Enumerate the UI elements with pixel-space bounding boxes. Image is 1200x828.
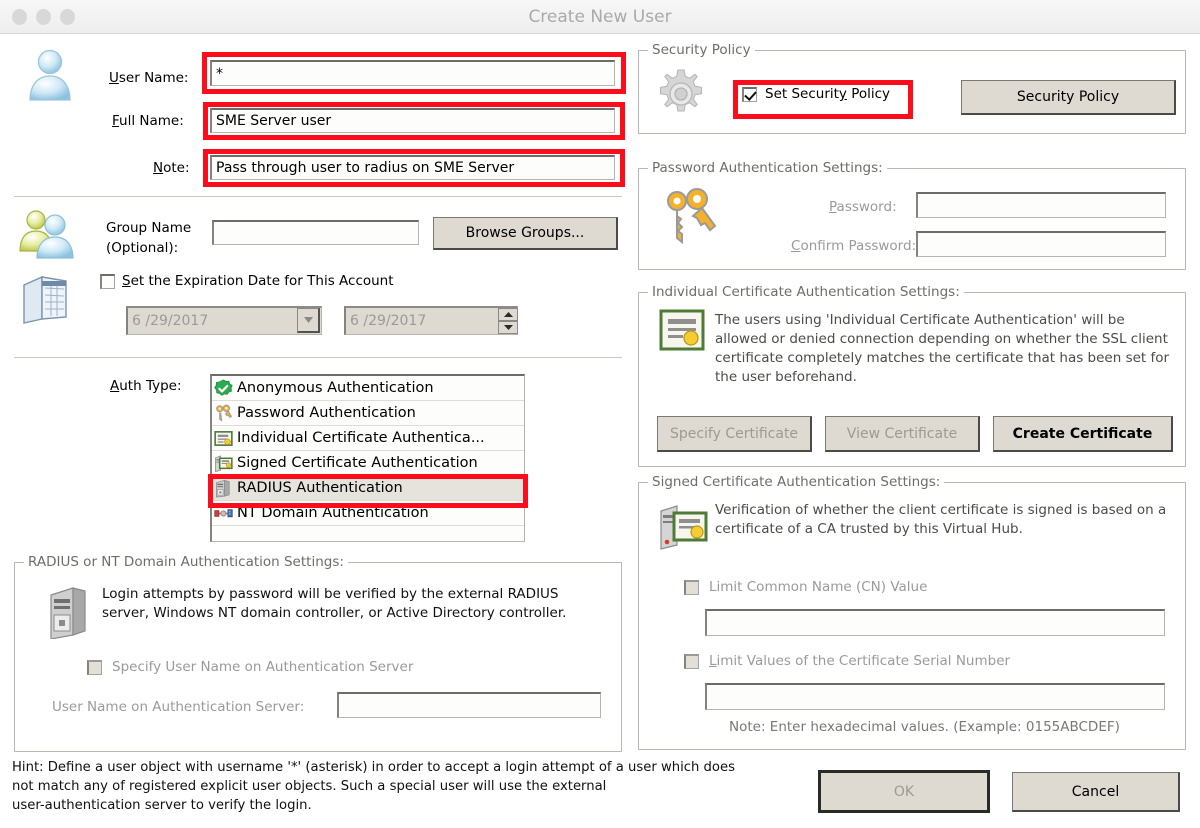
server-tower-icon xyxy=(45,585,89,643)
group-name-label-line2: (Optional): xyxy=(106,240,179,256)
security-policy-group: Security Policy Set Security Policy Secu… xyxy=(638,42,1186,134)
auth-type-item-4[interactable]: RADIUS Authentication xyxy=(212,476,524,501)
auth-type-label-5: NT Domain Authentication xyxy=(237,505,429,521)
set-expiration-checkbox[interactable] xyxy=(100,273,115,289)
auth-type-item-3[interactable]: Signed Certificate Authentication xyxy=(212,451,524,476)
limit-cn-row[interactable]: Limit Common Name (CN) Value xyxy=(684,579,927,595)
chevron-down-icon[interactable] xyxy=(297,308,320,333)
password-field[interactable] xyxy=(916,192,1166,218)
divider-1 xyxy=(14,196,622,197)
hex-note: Note: Enter hexadecimal values. (Example… xyxy=(729,719,1120,735)
radius-settings-group: RADIUS or NT Domain Authentication Setti… xyxy=(14,554,622,752)
ok-button[interactable]: OK xyxy=(818,770,990,813)
signed-certificate-icon xyxy=(214,454,233,473)
auth-type-item-0[interactable]: Anonymous Authentication xyxy=(212,376,524,401)
auth-type-label-1: Password Authentication xyxy=(237,405,416,421)
certificate-icon xyxy=(659,309,705,355)
signed-cert-caption: Signed Certificate Authentication Settin… xyxy=(648,474,945,490)
view-certificate-button[interactable]: View Certificate xyxy=(825,416,980,452)
nt-domain-icon xyxy=(214,504,233,523)
green-check-icon xyxy=(214,379,233,398)
hint-text: Hint: Define a user object with username… xyxy=(12,758,812,815)
auth-type-listbox[interactable]: Anonymous Authentication Password Authent… xyxy=(210,374,525,542)
full-name-label: Full Name: xyxy=(112,113,184,129)
set-security-policy-label: Set Security Policy xyxy=(765,86,891,102)
auth-type-label-3: Signed Certificate Authentication xyxy=(237,455,478,471)
signed-certificate-icon xyxy=(657,501,709,557)
limit-serial-label: Limit Values of the Certificate Serial N… xyxy=(709,653,1011,669)
hint-line-1: Hint: Define a user object with username… xyxy=(12,760,735,775)
specify-user-name-checkbox[interactable] xyxy=(87,659,102,675)
window-title-bar: Create New User xyxy=(0,0,1200,34)
auth-type-label-2: Individual Certificate Authentica... xyxy=(237,430,485,446)
set-expiration-label: Set the Expiration Date for This Account xyxy=(122,273,394,289)
user-name-value: * xyxy=(216,65,223,82)
keys-icon xyxy=(214,404,233,423)
auth-type-item-2[interactable]: Individual Certificate Authentica... xyxy=(212,426,524,451)
individual-cert-group: Individual Certificate Authentication Se… xyxy=(638,284,1186,467)
hint-line-3: user-authentication server to verify the… xyxy=(12,798,312,813)
limit-serial-checkbox[interactable] xyxy=(684,653,699,669)
auth-type-item-5[interactable]: NT Domain Authentication xyxy=(212,501,524,526)
expiration-checkbox-row[interactable]: Set the Expiration Date for This Account xyxy=(100,273,394,289)
security-policy-caption: Security Policy xyxy=(648,42,755,58)
limit-cn-field[interactable] xyxy=(705,609,1165,636)
limit-serial-row[interactable]: Limit Values of the Certificate Serial N… xyxy=(684,653,1010,669)
expiration-date-picker-1[interactable]: 6 /29/2017 xyxy=(126,306,322,335)
security-policy-button[interactable]: Security Policy xyxy=(961,80,1176,115)
password-settings-caption: Password Authentication Settings: xyxy=(648,160,887,176)
note-label: Note: xyxy=(153,160,190,176)
confirm-password-field[interactable] xyxy=(916,231,1166,257)
user-name-on-auth-server-label: User Name on Authentication Server: xyxy=(52,699,305,715)
signed-cert-description: Verification of whether the client certi… xyxy=(715,502,1167,537)
group-name-field[interactable] xyxy=(212,220,419,245)
spinner-down-icon[interactable] xyxy=(498,321,518,334)
expiration-date-spinner-2[interactable]: 6 /29/2017 xyxy=(344,306,518,335)
note-field[interactable]: Pass through user to radius on SME Serve… xyxy=(210,155,615,180)
user-name-label: User Name: xyxy=(109,70,189,86)
expiration-date-value-2: 6 /29/2017 xyxy=(350,313,427,329)
auth-type-label-4: RADIUS Authentication xyxy=(237,480,403,496)
full-name-value: SME Server user xyxy=(216,113,332,129)
server-icon xyxy=(214,479,233,498)
spinner-up-icon[interactable] xyxy=(498,308,518,321)
cancel-button[interactable]: Cancel xyxy=(1012,772,1180,812)
individual-cert-caption: Individual Certificate Authentication Se… xyxy=(648,284,964,300)
limit-cn-label: Limit Common Name (CN) Value xyxy=(709,579,928,595)
radius-description: Login attempts by password will be verif… xyxy=(102,586,567,621)
browse-groups-button[interactable]: Browse Groups... xyxy=(433,217,618,250)
user-icon xyxy=(22,48,78,112)
set-security-policy-checkbox[interactable] xyxy=(742,86,757,102)
set-security-policy-row[interactable]: Set Security Policy xyxy=(742,86,890,102)
calendar-icon xyxy=(18,273,72,329)
expiration-date-value-1: 6 /29/2017 xyxy=(132,313,209,329)
limit-serial-field[interactable] xyxy=(705,683,1165,710)
signed-cert-group: Signed Certificate Authentication Settin… xyxy=(638,474,1186,750)
gear-icon xyxy=(654,67,708,125)
keys-icon xyxy=(657,185,723,255)
confirm-password-label: Confirm Password: xyxy=(791,238,917,254)
auth-type-item-1[interactable]: Password Authentication xyxy=(212,401,524,426)
user-name-on-auth-server-field[interactable] xyxy=(337,692,601,718)
group-users-icon xyxy=(18,208,80,264)
specify-user-name-label: Specify User Name on Authentication Serv… xyxy=(112,659,414,675)
password-settings-group: Password Authentication Settings: Passwo… xyxy=(638,160,1186,270)
specify-certificate-button[interactable]: Specify Certificate xyxy=(657,416,812,452)
group-name-label-line1: Group Name xyxy=(106,220,192,236)
note-value: Pass through user to radius on SME Serve… xyxy=(216,160,515,176)
radius-settings-caption: RADIUS or NT Domain Authentication Setti… xyxy=(24,554,348,570)
individual-cert-description: The users using 'Individual Certificate … xyxy=(715,312,1170,385)
auth-type-label: Auth Type: xyxy=(110,378,182,394)
limit-cn-checkbox[interactable] xyxy=(684,579,699,595)
specify-user-name-row[interactable]: Specify User Name on Authentication Serv… xyxy=(87,659,413,675)
user-name-field[interactable]: * xyxy=(210,60,615,86)
create-certificate-button[interactable]: Create Certificate xyxy=(993,416,1173,452)
password-label: Password: xyxy=(829,199,897,215)
hint-line-2: not match any of registered explicit use… xyxy=(12,779,607,794)
certificate-icon xyxy=(214,429,233,448)
auth-type-label-0: Anonymous Authentication xyxy=(237,380,434,396)
divider-2 xyxy=(14,357,622,358)
full-name-field[interactable]: SME Server user xyxy=(210,108,615,133)
window-title: Create New User xyxy=(528,7,672,27)
